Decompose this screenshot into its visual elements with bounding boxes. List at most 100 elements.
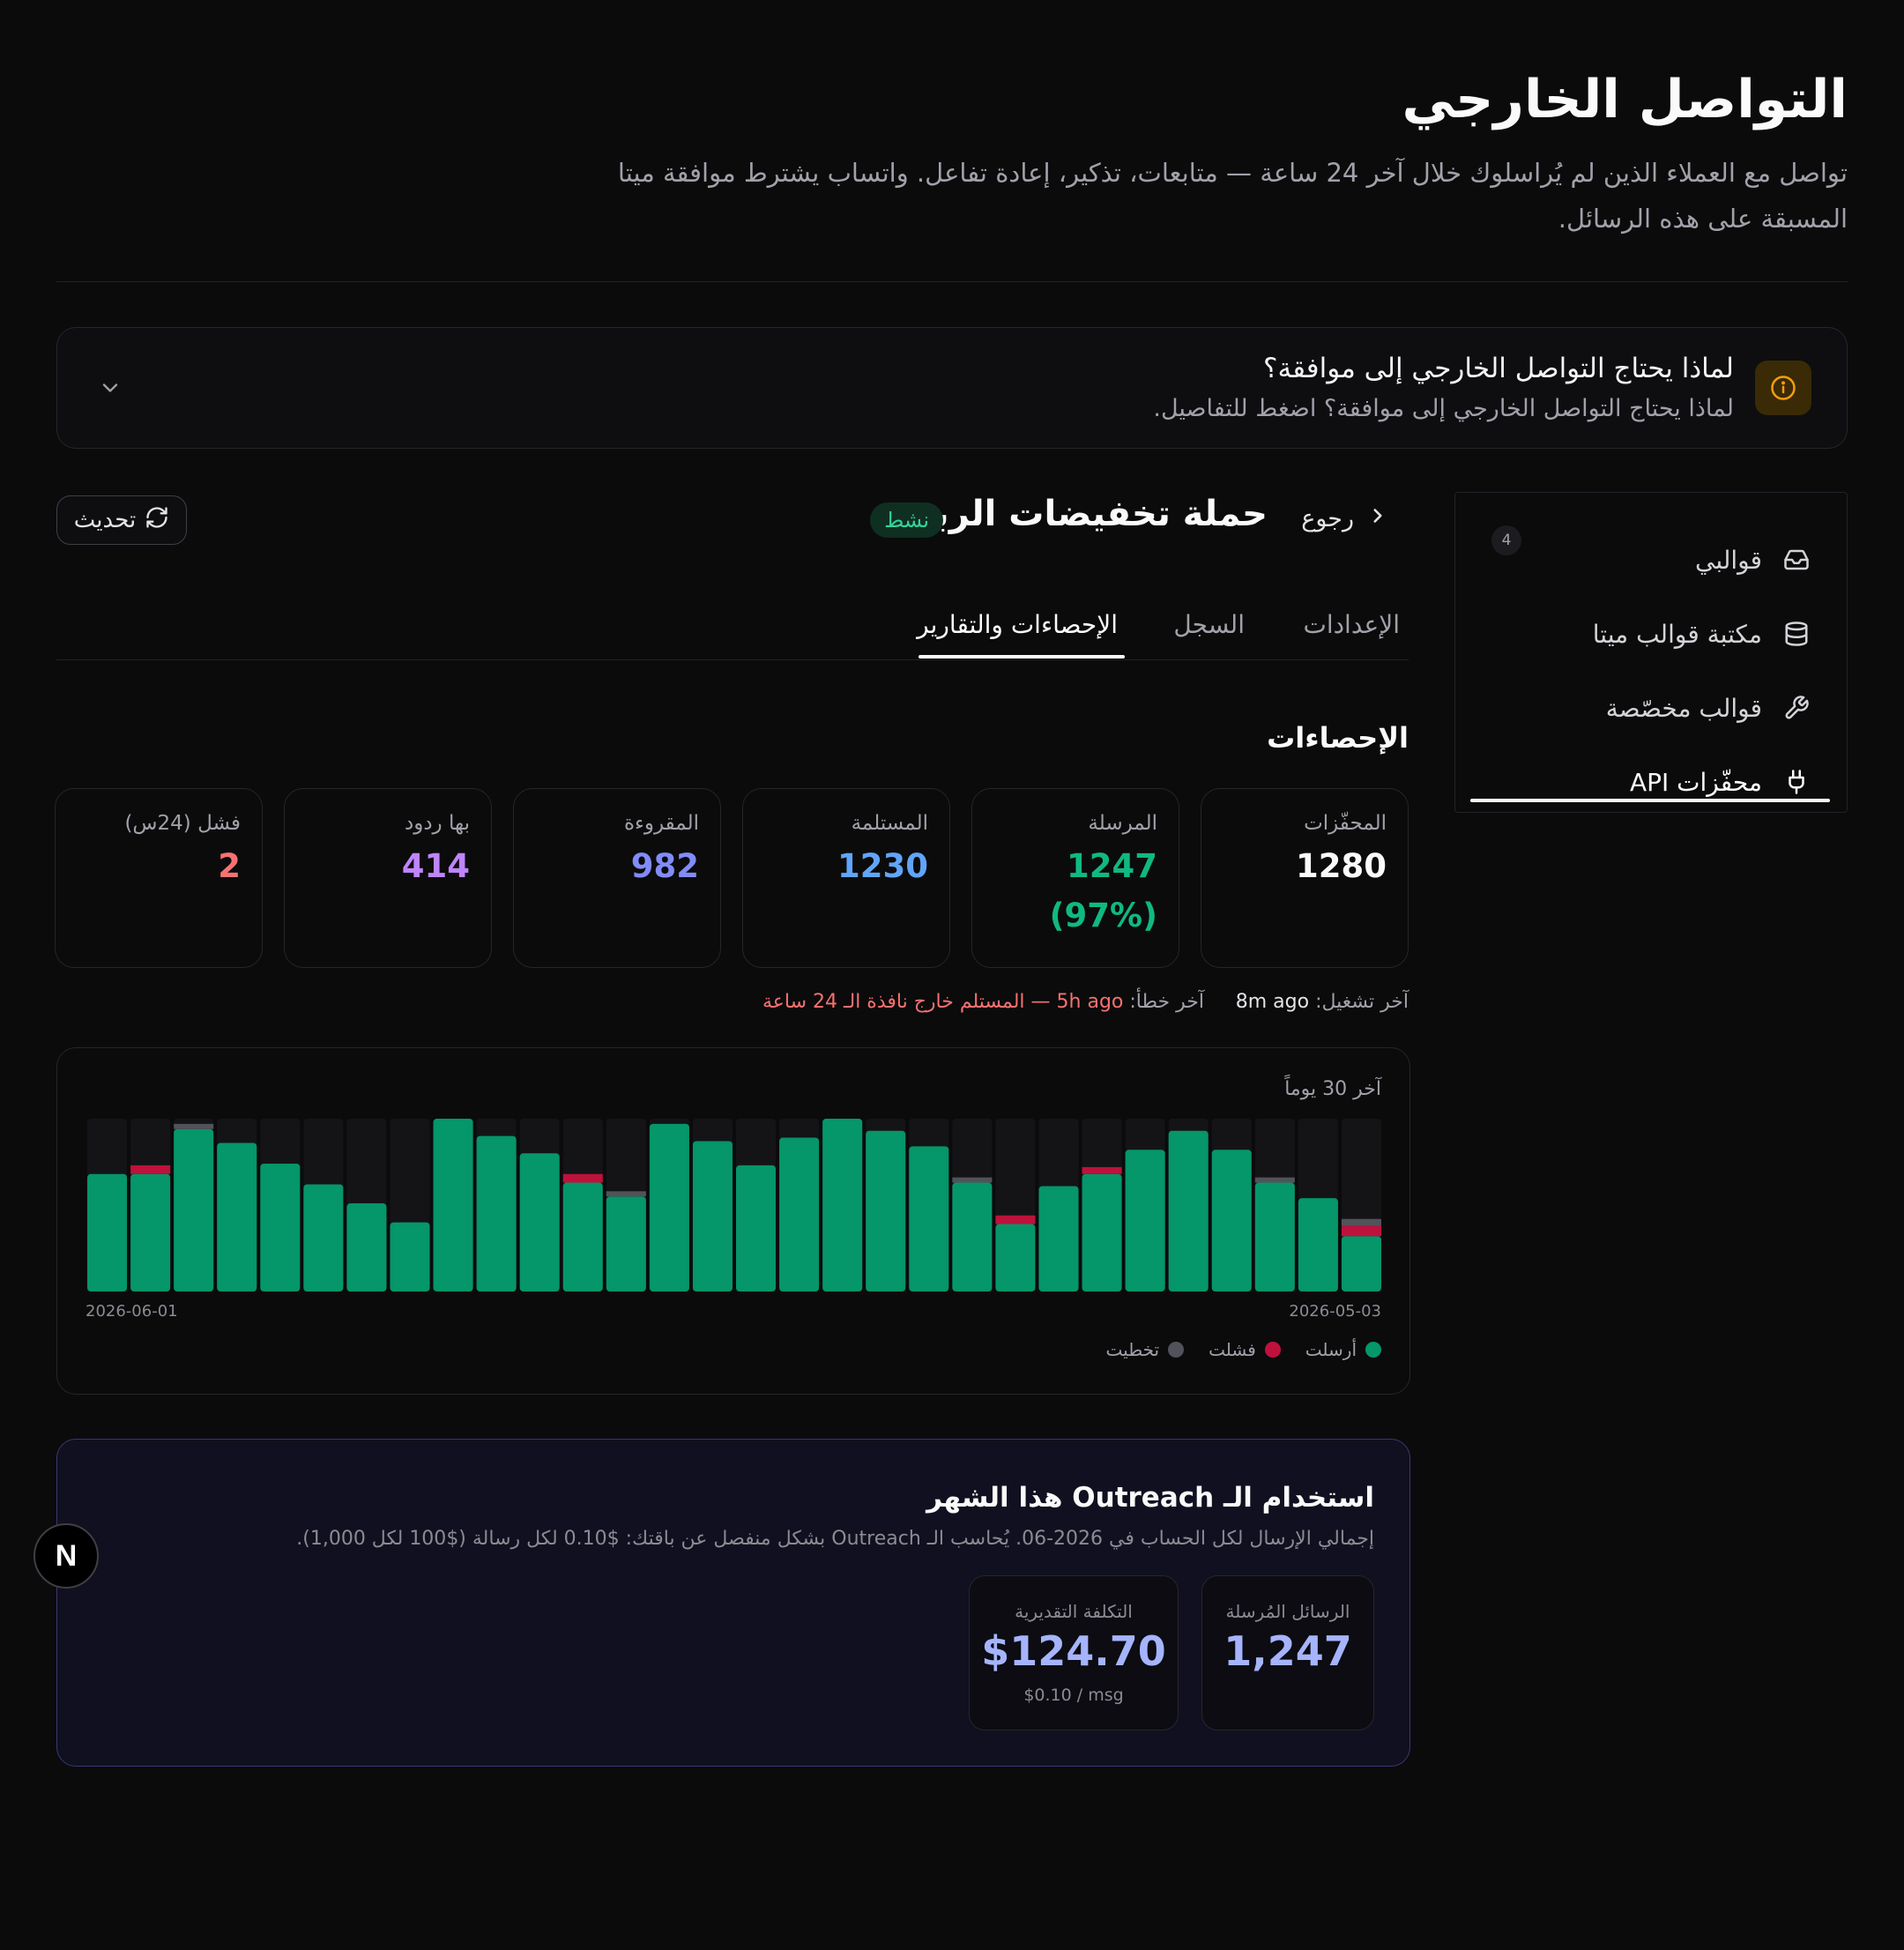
bar-sent bbox=[606, 1196, 646, 1291]
page-title: التواصل الخارجي bbox=[1402, 69, 1848, 130]
sidebar-item-label: مكتبة قوالب ميتا bbox=[1592, 619, 1762, 649]
page-subtitle: تواصل مع العملاء الذين لم يُراسلوك خلال … bbox=[617, 158, 1848, 234]
usage-stat-note: $0.10 / msg bbox=[1023, 1686, 1124, 1705]
bar-sent bbox=[736, 1165, 777, 1291]
approval-info-accordion[interactable]: لماذا يحتاج التواصل الخارجي إلى موافقة؟ … bbox=[56, 327, 1848, 449]
bar-sent bbox=[822, 1119, 863, 1291]
bar-sent bbox=[1168, 1130, 1209, 1291]
bar-sent bbox=[260, 1163, 301, 1291]
last-error-label: آخر خطأ: bbox=[1129, 991, 1204, 1013]
stat-label: المحفّزات bbox=[1304, 812, 1387, 835]
info-subtitle: لماذا يحتاج التواصل الخارجي إلى موافقة؟ … bbox=[1153, 395, 1734, 422]
bar-sent bbox=[1125, 1150, 1165, 1291]
legend-dot bbox=[1264, 1342, 1281, 1358]
outreach-usage-card: استخدام الـ Outreach هذا الشهر إجمالي ال… bbox=[56, 1439, 1410, 1767]
last-run-info: آخر تشغيل: 8m ago bbox=[1236, 991, 1409, 1013]
header-divider bbox=[56, 281, 1848, 282]
tab-log[interactable]: السجل bbox=[1173, 610, 1245, 639]
bar-sent bbox=[1211, 1150, 1252, 1291]
sidebar-item-label: قوالبي bbox=[1695, 545, 1762, 575]
chevron-down-icon[interactable] bbox=[94, 372, 126, 404]
bar-sent bbox=[390, 1222, 430, 1291]
legend-label: أرسلت bbox=[1305, 1339, 1357, 1360]
stat-percent: (97%) bbox=[1049, 897, 1157, 934]
active-tab-indicator bbox=[919, 655, 1125, 659]
stat-label: المرسلة bbox=[1088, 812, 1157, 835]
inbox-icon bbox=[1781, 545, 1811, 575]
stat-label: المقروءة bbox=[624, 812, 699, 835]
last-error-value: 5h ago — المستلم خارج نافذة الـ 24 ساعة bbox=[762, 991, 1124, 1013]
legend-dot bbox=[1365, 1342, 1381, 1358]
chart-legend: أرسلت فشلت تخطيت bbox=[1106, 1339, 1381, 1360]
dev-tools-badge[interactable]: N bbox=[33, 1523, 99, 1589]
usage-title: استخدام الـ Outreach هذا الشهر bbox=[926, 1482, 1374, 1514]
legend-label: تخطيت bbox=[1105, 1339, 1160, 1360]
tab-stats-reports[interactable]: الإحصاءات والتقارير bbox=[917, 610, 1118, 639]
stat-label: بها ردود bbox=[404, 812, 470, 835]
bar-sent bbox=[1341, 1236, 1381, 1291]
stat-card-read: المقروءة 982 bbox=[513, 788, 721, 968]
info-icon bbox=[1755, 361, 1811, 415]
sidebar-item-custom-templates[interactable]: قوالب مخصّصة bbox=[1491, 681, 1811, 734]
legend-label: فشلت bbox=[1209, 1339, 1256, 1360]
legend-item-sent: أرسلت bbox=[1305, 1339, 1381, 1360]
chart-end-date: 2026-06-01 bbox=[86, 1302, 178, 1321]
back-button[interactable]: رجوع bbox=[1301, 504, 1389, 533]
bar-sent bbox=[346, 1203, 387, 1291]
refresh-label: تحديث bbox=[73, 507, 137, 533]
bar-failed bbox=[562, 1173, 603, 1183]
usage-subtitle: إجمالي الإرسال لكل الحساب في 2026-06. يُ… bbox=[296, 1528, 1374, 1550]
last-error-info: آخر خطأ: 5h ago — المستلم خارج نافذة الـ… bbox=[762, 991, 1204, 1013]
sidebar-item-label: قوالب مخصّصة bbox=[1605, 693, 1762, 723]
bar-sent bbox=[1038, 1186, 1079, 1291]
legend-item-failed: فشلت bbox=[1209, 1339, 1281, 1360]
stat-label: المستلمة bbox=[851, 812, 928, 835]
stat-card-failed: فشل (24س) 2 bbox=[55, 788, 263, 968]
bar-sent bbox=[1082, 1173, 1122, 1291]
usage-stat-label: التكلفة التقديرية bbox=[1015, 1601, 1133, 1622]
legend-item-skipped: تخطيت bbox=[1106, 1339, 1185, 1360]
usage-stat-value: 1,247 bbox=[1223, 1627, 1352, 1675]
stat-value: 2 bbox=[218, 847, 241, 885]
sidebar-item-my-templates[interactable]: قوالبي bbox=[1491, 533, 1811, 586]
sidebar-item-label: محفّزات API bbox=[1629, 767, 1762, 797]
stat-card-triggers: المحفّزات 1280 bbox=[1201, 788, 1409, 968]
chart-title: آخر 30 يوماً bbox=[1284, 1078, 1381, 1100]
bar-sent bbox=[866, 1130, 906, 1291]
legend-dot bbox=[1168, 1342, 1185, 1358]
bar-skipped bbox=[606, 1191, 646, 1197]
stat-value: 1247 bbox=[1067, 847, 1157, 885]
refresh-button[interactable]: تحديث bbox=[56, 495, 187, 545]
stat-value: 982 bbox=[630, 847, 699, 885]
bar-sent bbox=[174, 1128, 214, 1291]
back-label: رجوع bbox=[1301, 505, 1354, 532]
wrench-icon bbox=[1781, 693, 1811, 723]
bar-sent bbox=[692, 1141, 733, 1291]
stat-card-delivered: المستلمة 1230 bbox=[742, 788, 950, 968]
usage-stat-cost: التكلفة التقديرية $124.70 $0.10 / msg bbox=[969, 1575, 1179, 1730]
daily-activity-chart: آخر 30 يوماً 2026-05-03 2026-06-01 أرسلت… bbox=[56, 1047, 1410, 1395]
last-run-label: آخر تشغيل: bbox=[1315, 991, 1409, 1013]
bar-failed bbox=[130, 1165, 171, 1174]
template-count-badge: 4 bbox=[1491, 525, 1521, 555]
sidebar-item-meta-library[interactable]: مكتبة قوالب ميتا bbox=[1491, 607, 1811, 660]
bar-skipped bbox=[174, 1123, 214, 1129]
stat-card-sent: المرسلة 1247 (97%) bbox=[971, 788, 1179, 968]
refresh-icon bbox=[145, 505, 169, 536]
bar-skipped bbox=[952, 1177, 993, 1183]
tab-settings[interactable]: الإعدادات bbox=[1303, 610, 1400, 639]
database-icon bbox=[1781, 619, 1811, 649]
chart-start-date: 2026-05-03 bbox=[1289, 1302, 1381, 1321]
stat-card-replies: بها ردود 414 bbox=[284, 788, 492, 968]
usage-stat-messages: الرسائل المُرسلة 1,247 bbox=[1201, 1575, 1374, 1730]
usage-stat-label: الرسائل المُرسلة bbox=[1225, 1601, 1350, 1622]
info-title: لماذا يحتاج التواصل الخارجي إلى موافقة؟ bbox=[1263, 353, 1734, 384]
bar-sent bbox=[1254, 1182, 1295, 1291]
stats-section-title: الإحصاءات bbox=[1267, 721, 1409, 755]
bar-sent bbox=[1298, 1198, 1338, 1291]
stat-label: فشل (24س) bbox=[124, 812, 241, 835]
chevron-right-icon bbox=[1366, 504, 1389, 533]
stat-value: 414 bbox=[401, 847, 470, 885]
stat-value: 1280 bbox=[1296, 847, 1387, 885]
bar-skipped bbox=[1341, 1218, 1381, 1226]
